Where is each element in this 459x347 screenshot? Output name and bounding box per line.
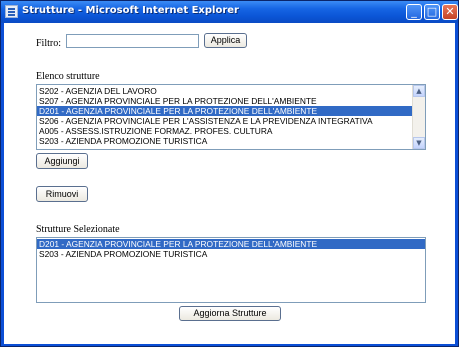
list-item[interactable]: S203 - AZIENDA PROMOZIONE TURISTICA [37, 136, 425, 146]
list-item[interactable]: A005 - ASSESS.ISTRUZIONE FORMAZ. PROFES.… [37, 126, 425, 136]
scroll-up-icon[interactable]: ▲ [413, 85, 425, 97]
page-content: Filtro: Applica Elenco strutture S202 - … [4, 23, 455, 344]
list-item-selected[interactable]: D201 - AGENZIA PROVINCIALE PER LA PROTEZ… [37, 106, 425, 116]
structures-options: S202 - AGENZIA DEL LAVORO S207 - AGENZIA… [37, 85, 425, 146]
close-button[interactable]: ✕ [442, 4, 458, 20]
filter-input[interactable] [66, 34, 199, 48]
selected-structures-heading: Strutture Selezionate [36, 224, 120, 235]
window-title: Strutture - Microsoft Internet Explorer [22, 5, 239, 16]
title-bar[interactable]: Strutture - Microsoft Internet Explorer … [1, 1, 458, 23]
vertical-scrollbar[interactable]: ▲ ▼ [412, 85, 425, 149]
add-button[interactable]: Aggiungi [36, 153, 88, 169]
ie-page-icon [5, 5, 18, 18]
filter-label: Filtro: [36, 38, 62, 49]
minimize-button[interactable]: _ [406, 4, 422, 20]
selected-options: D201 - AGENZIA PROVINCIALE PER LA PROTEZ… [37, 238, 425, 259]
structures-listbox[interactable]: S202 - AGENZIA DEL LAVORO S207 - AGENZIA… [36, 84, 426, 150]
list-item[interactable]: S207 - AGENZIA PROVINCIALE PER LA PROTEZ… [37, 96, 425, 106]
browser-window: Strutture - Microsoft Internet Explorer … [0, 0, 459, 347]
list-item[interactable]: S202 - AGENZIA DEL LAVORO [37, 86, 425, 96]
selected-structures-listbox[interactable]: D201 - AGENZIA PROVINCIALE PER LA PROTEZ… [36, 237, 426, 303]
list-item-selected[interactable]: D201 - AGENZIA PROVINCIALE PER LA PROTEZ… [37, 239, 425, 249]
update-structures-button[interactable]: Aggiorna Strutture [179, 306, 281, 321]
apply-filter-button[interactable]: Applica [204, 33, 247, 48]
remove-button[interactable]: Rimuovi [36, 186, 88, 202]
list-item[interactable]: S203 - AZIENDA PROMOZIONE TURISTICA [37, 249, 425, 259]
list-item[interactable]: S206 - AGENZIA PROVINCIALE PER L'ASSISTE… [37, 116, 425, 126]
maximize-button[interactable]: □ [424, 4, 440, 20]
scroll-down-icon[interactable]: ▼ [413, 137, 425, 149]
structures-list-heading: Elenco strutture [36, 71, 100, 82]
